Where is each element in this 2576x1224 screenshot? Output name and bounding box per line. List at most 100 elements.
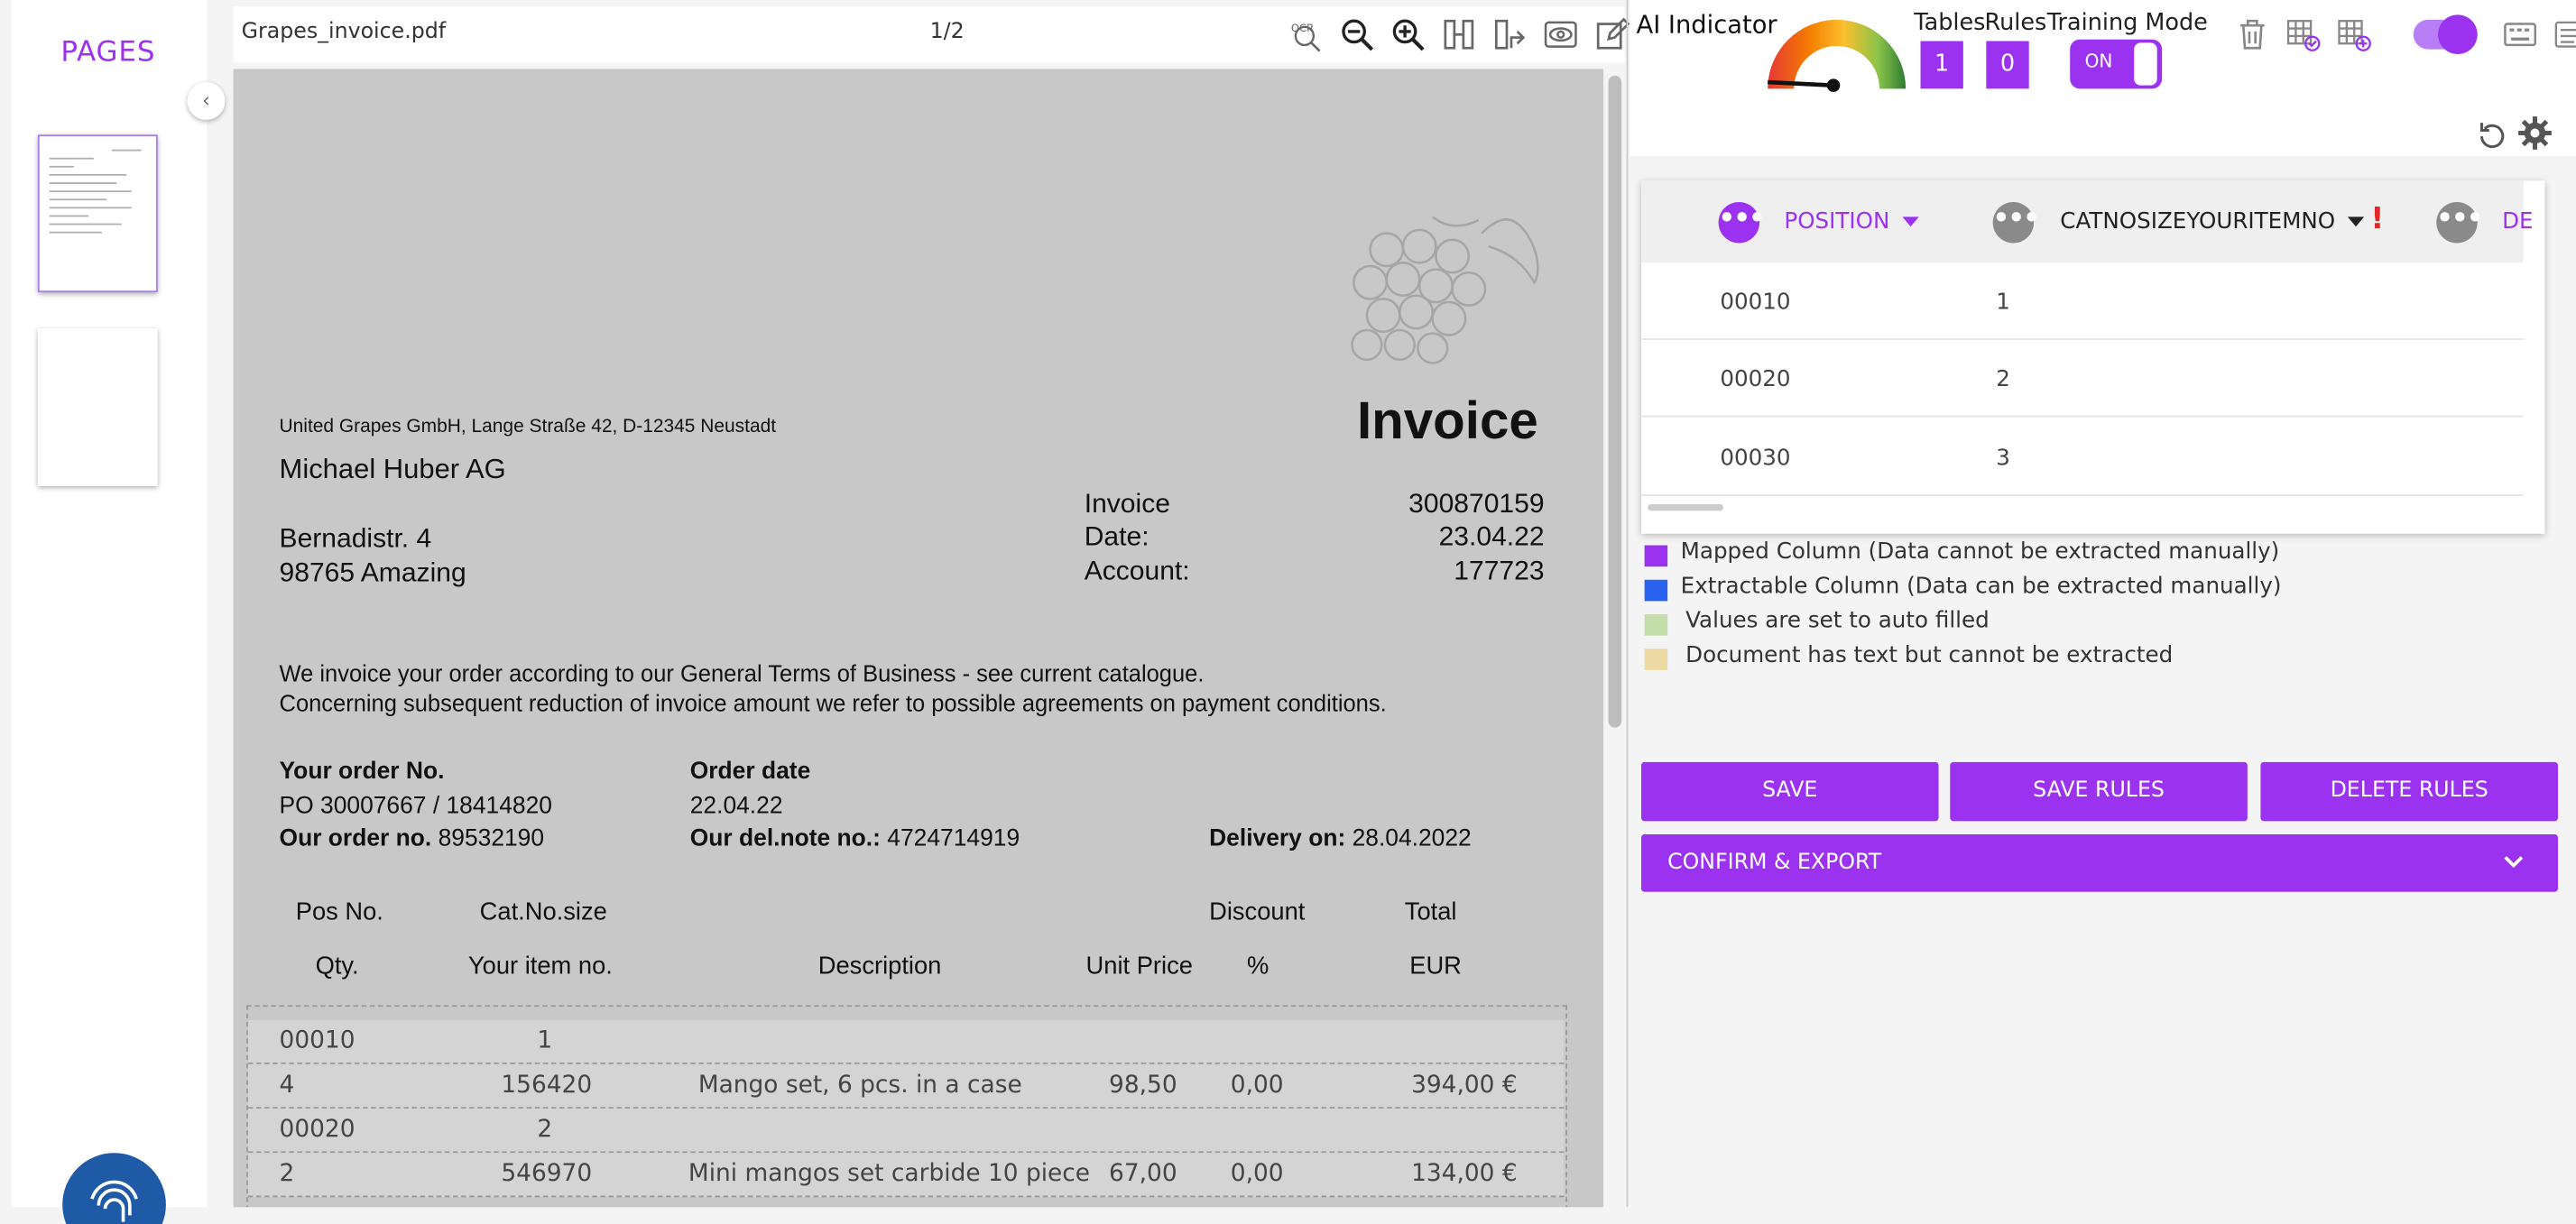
ai-confidence-gauge [1768, 19, 1907, 92]
training-mode-toggle[interactable]: ON [2070, 39, 2163, 89]
cell-catno[interactable]: 1 [1996, 289, 2010, 315]
legend-swatch [1644, 545, 1668, 567]
item-cell: 2 [537, 1117, 553, 1144]
collapse-pages-button[interactable]: ‹ [187, 82, 226, 120]
ocr-icon[interactable]: OCR [1285, 14, 1326, 55]
table-horizontal-scrollbar[interactable] [1648, 503, 1724, 511]
item-cell: 00010 [279, 1027, 355, 1054]
item-row[interactable]: 00020 2 [247, 1109, 1565, 1154]
table-header: ••• POSITION ••• CATNOSIZEYOURITEMNO ! •… [1640, 180, 2534, 263]
cell-catno[interactable]: 2 [1996, 366, 2010, 392]
item-row[interactable]: 2 546970 Mini mangos set carbide 10 piec… [247, 1153, 1565, 1198]
your-order-value: PO 30007667 / 18414820 [279, 793, 552, 820]
item-row[interactable]: 4 156420 Mango set, 6 pcs. in a case 98,… [247, 1063, 1565, 1109]
row-split-icon[interactable] [1489, 14, 1530, 55]
order-date-label: Order date [689, 759, 811, 786]
column-split-icon[interactable] [1437, 14, 1479, 55]
app-root: PAGES ‹ Grapes_invoice.pdf 1/2 OCR Invoi… [0, 0, 2576, 1224]
pdf-scrollbar[interactable] [1608, 75, 1622, 728]
fingerprint-icon[interactable] [62, 1153, 166, 1224]
del-note-line: Our del.note no.: 4724714919 [690, 826, 1020, 852]
training-mode-label: Training Mode [2046, 9, 2208, 37]
zoom-in-icon[interactable] [1387, 14, 1428, 55]
confirm-export-bar[interactable]: CONFIRM & EXPORT [1640, 833, 2558, 892]
save-button[interactable]: SAVE [1640, 761, 1939, 822]
ocr-keyboard-icon[interactable] [2550, 14, 2576, 55]
right-toolbar [2231, 14, 2576, 55]
sender-address: United Grapes GmbH, Lange Straße 42, D-1… [279, 417, 777, 437]
panel-divider[interactable] [1626, 0, 1629, 1208]
pages-panel: PAGES [11, 0, 208, 1224]
legend-text: Document has text but cannot be extracte… [1685, 641, 2174, 669]
col-description: Description [817, 953, 942, 981]
cell-position[interactable]: 00030 [1720, 445, 1790, 471]
col-qty: Qty. [315, 953, 359, 981]
our-order-value: 89532190 [438, 825, 545, 852]
item-cell: 1 [537, 1027, 553, 1054]
col-item-no: Your item no. [467, 953, 613, 981]
column-header-catno[interactable]: CATNOSIZEYOURITEMNO [2060, 208, 2365, 235]
zoom-out-icon[interactable] [1335, 14, 1377, 55]
grapes-logo [1351, 216, 1539, 364]
extracted-items-region[interactable]: 00010 1 4 156420 Mango set, 6 pcs. in a … [246, 1005, 1568, 1208]
your-order-label: Your order No. [279, 759, 445, 786]
tables-count: 1 [1920, 41, 1963, 89]
order-date-value: 22.04.22 [689, 793, 783, 820]
our-order-line: Our order no. 89532190 [280, 826, 545, 852]
cell-catno[interactable]: 3 [1996, 445, 2010, 471]
page-counter: 1/2 [929, 19, 965, 45]
rules-label: Rules [1984, 9, 2047, 37]
column-header-position[interactable]: POSITION [1784, 208, 1920, 235]
chevron-down-icon [2502, 851, 2525, 880]
item-cell: 394,00 € [1411, 1072, 1518, 1100]
invoice-heading: Invoice [1356, 391, 1538, 450]
table-row[interactable]: 00010 1 [1640, 262, 2524, 340]
column-menu-button[interactable]: ••• [1718, 201, 1766, 244]
legend-swatch [1644, 649, 1668, 670]
col-discount: Discount [1209, 897, 1306, 926]
item-cell: 134,00 € [1411, 1161, 1518, 1188]
item-cell: 4 [279, 1072, 295, 1100]
delete-rules-button[interactable]: DELETE RULES [2260, 761, 2558, 822]
feature-switch[interactable] [2413, 14, 2478, 54]
column-menu-button[interactable]: ••• [1992, 201, 2040, 244]
table-row[interactable]: 00030 3 [1640, 419, 2524, 496]
file-name: Grapes_invoice.pdf [241, 19, 447, 45]
table-row[interactable]: 00020 2 [1640, 340, 2524, 418]
gear-icon[interactable] [2514, 112, 2555, 153]
column-header-de[interactable]: DE [2502, 208, 2533, 235]
item-cell: 0,00 [1230, 1072, 1284, 1100]
delivery-value: 28.04.2022 [1352, 825, 1472, 852]
column-menu-button[interactable]: ••• [2436, 201, 2483, 244]
legend-swatch [1644, 613, 1668, 636]
del-note-value: 4724714919 [887, 825, 1020, 852]
undo-icon[interactable] [2470, 115, 2512, 156]
meta-value: 177723 [1454, 557, 1545, 587]
pdf-page: Invoice United Grapes GmbH, Lange Straße… [233, 69, 1604, 1208]
item-cell: 546970 [501, 1161, 593, 1188]
viewer-tools: OCR [1285, 14, 1631, 55]
terms-line-1: We invoice your order according to our G… [279, 659, 1205, 687]
meta-label: Invoice [1084, 489, 1170, 520]
preview-icon[interactable] [1539, 14, 1581, 55]
item-cell: Mini mangos set carbide 10 piece [688, 1161, 1091, 1188]
confirm-export-label: CONFIRM & EXPORT [1667, 851, 1882, 876]
cell-position[interactable]: 00010 [1720, 289, 1790, 315]
page-thumbnail-2[interactable] [37, 328, 158, 486]
legend-text: Extractable Column (Data can be extracte… [1680, 573, 2282, 600]
save-rules-button[interactable]: SAVE RULES [1950, 761, 2248, 822]
table-check-icon[interactable] [2282, 14, 2323, 55]
page-thumbnail-1[interactable] [37, 134, 158, 293]
edit-icon[interactable] [1591, 14, 1632, 55]
toggle-knob [2134, 42, 2157, 86]
trash-icon[interactable] [2231, 14, 2273, 55]
table-add-icon[interactable] [2333, 14, 2375, 55]
item-row[interactable]: 00010 1 [247, 1019, 1565, 1064]
ai-indicator-label: AI Indicator [1636, 9, 1777, 40]
keyboard-icon[interactable] [2498, 14, 2540, 55]
item-cell: 67,00 [1109, 1161, 1177, 1188]
col-eur: EUR [1409, 953, 1462, 981]
cell-position[interactable]: 00020 [1720, 366, 1790, 392]
item-cell: 0,00 [1230, 1161, 1284, 1188]
item-cell: 2 [279, 1161, 295, 1188]
